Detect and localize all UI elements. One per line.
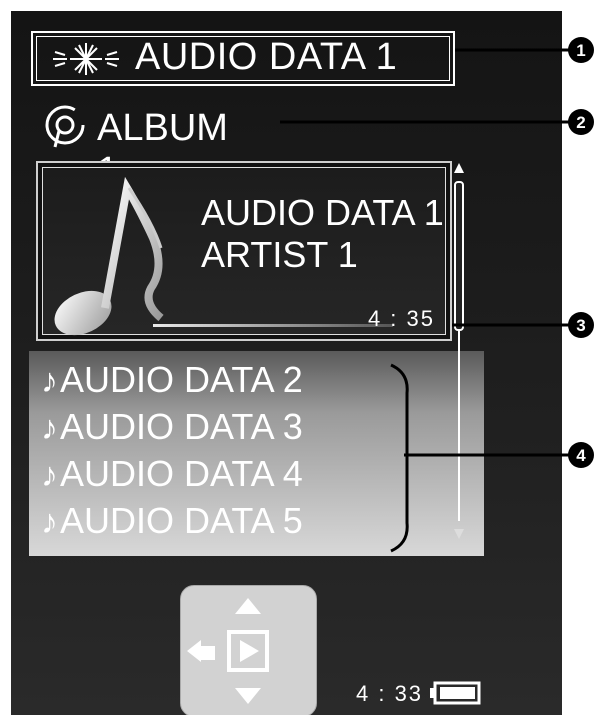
- repeat-icon: [45, 105, 85, 148]
- scroll-down-icon[interactable]: [452, 527, 466, 541]
- scroll-up-icon[interactable]: [452, 161, 466, 175]
- now-playing-panel: AUDIO DATA 1 ARTIST 1 4 : 35: [36, 161, 452, 341]
- callout-3: 3: [568, 312, 594, 338]
- callout-1: 1: [568, 37, 594, 63]
- playlist: ♪AUDIO DATA 2 ♪AUDIO DATA 3 ♪AUDIO DATA …: [29, 351, 484, 556]
- scrollbar[interactable]: [452, 161, 466, 541]
- track-title: AUDIO DATA 1: [135, 36, 398, 78]
- player-screen: AUDIO DATA 1 ALBUM 1: [11, 11, 562, 715]
- now-playing-duration: 4 : 35: [367, 306, 435, 331]
- scrollbar-thumb[interactable]: [454, 181, 464, 331]
- list-item[interactable]: ♪AUDIO DATA 2: [41, 359, 303, 405]
- eighth-note-icon: ♪: [41, 456, 58, 494]
- eighth-note-icon: ♪: [41, 409, 58, 447]
- svg-text:2: 2: [576, 113, 585, 132]
- callout-2: 2: [568, 109, 594, 135]
- list-item[interactable]: ♪AUDIO DATA 5: [41, 500, 303, 546]
- track-title-box: AUDIO DATA 1: [31, 31, 455, 86]
- down-arrow-icon[interactable]: [235, 688, 261, 704]
- now-playing-artist: ARTIST 1: [201, 234, 358, 275]
- back-arrow-icon[interactable]: [187, 640, 215, 662]
- up-arrow-icon[interactable]: [235, 598, 261, 614]
- callout-4: 4: [568, 442, 594, 468]
- svg-text:3: 3: [576, 316, 585, 335]
- battery-icon: [430, 681, 481, 705]
- navigation-pad[interactable]: [180, 585, 317, 715]
- shuffle-burst-icon: [53, 43, 119, 75]
- list-item[interactable]: ♪AUDIO DATA 3: [41, 406, 303, 452]
- clock: 4 : 33: [356, 681, 424, 706]
- now-playing-title: AUDIO DATA 1: [201, 192, 444, 233]
- svg-text:4: 4: [576, 446, 586, 465]
- svg-text:1: 1: [576, 41, 585, 60]
- eighth-note-icon: ♪: [41, 362, 58, 400]
- list-item[interactable]: ♪AUDIO DATA 4: [41, 453, 303, 499]
- eighth-note-icon: ♪: [41, 503, 58, 541]
- playlist-bracket: [390, 363, 409, 553]
